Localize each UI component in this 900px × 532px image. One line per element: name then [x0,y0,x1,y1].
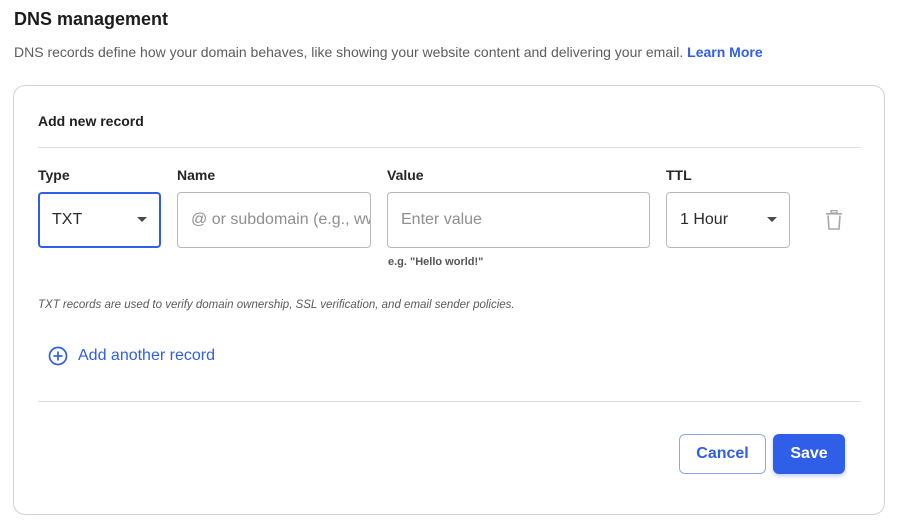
value-hint: e.g. "Hello world!" [388,256,484,268]
divider [38,147,861,148]
add-another-record-button[interactable]: Add another record [48,346,215,366]
caret-down-icon [137,217,147,222]
name-input[interactable]: @ or subdomain (e.g., www) [177,192,371,248]
card-title: Add new record [38,113,144,129]
type-select[interactable]: TXT [38,192,161,248]
value-label: Value [387,167,424,183]
record-info-text: TXT records are used to verify domain ow… [38,299,515,311]
cancel-button[interactable]: Cancel [679,434,766,474]
value-input[interactable]: Enter value [387,192,650,248]
ttl-select[interactable]: 1 Hour [666,192,790,248]
add-another-record-label: Add another record [78,347,215,364]
ttl-select-value: 1 Hour [680,211,729,228]
type-label: Type [38,167,70,183]
add-record-card: Add new record Type Name Value TTL TXT @… [13,85,885,515]
description-text: DNS records define how your domain behav… [14,44,684,60]
name-label: Name [177,167,216,183]
divider [38,401,861,402]
learn-more-link[interactable]: Learn More [687,44,762,60]
trash-icon[interactable] [825,210,843,230]
caret-down-icon [767,217,777,222]
page-title: DNS management [14,9,169,29]
value-input-placeholder: Enter value [401,211,482,228]
type-select-value: TXT [52,211,83,228]
name-input-placeholder: @ or subdomain (e.g., www) [191,211,370,228]
ttl-label: TTL [666,167,692,183]
plus-circle-icon [48,346,68,366]
page-description: DNS records define how your domain behav… [14,44,763,60]
save-button[interactable]: Save [773,434,845,474]
